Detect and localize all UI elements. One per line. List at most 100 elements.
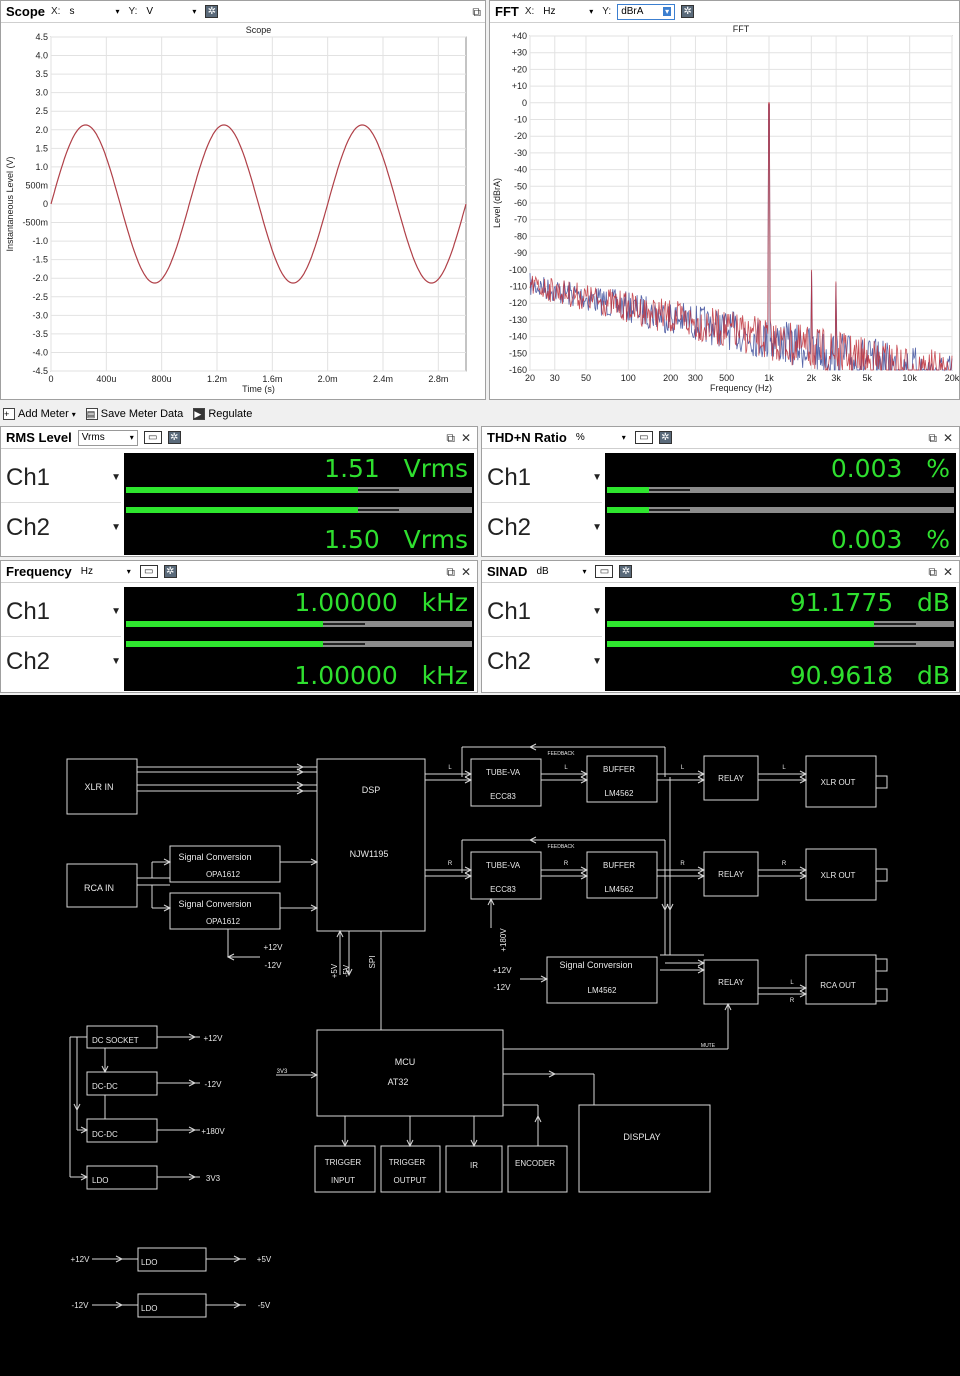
chevron-down-icon[interactable]: ▼ <box>111 453 121 503</box>
fft-y-unit: dBrA <box>621 6 644 17</box>
channel-selector-2[interactable]: Ch2 ▼ <box>482 503 602 553</box>
ch2-level-bar <box>607 641 954 647</box>
add-meter-button[interactable]: + Add Meter ▾ <box>3 408 76 420</box>
chevron-down-icon[interactable]: ▼ <box>592 587 602 637</box>
level-bar-fill <box>126 487 358 493</box>
fft-y-tick: -150 <box>509 348 527 358</box>
close-icon[interactable]: ✕ <box>461 431 471 445</box>
peak-hold-mark <box>874 643 916 645</box>
ch2-value: 1.00000 kHz <box>294 661 468 690</box>
popout-icon[interactable]: ⧉ <box>928 565 937 580</box>
level-bar-fill <box>607 641 875 647</box>
fft-x-tick: 100 <box>621 373 636 383</box>
trigger-output-label-1: TRIGGER <box>389 1158 426 1167</box>
meter-title: RMS Level <box>6 430 72 445</box>
fft-y-tick: -50 <box>514 181 527 191</box>
gear-icon[interactable]: ✲ <box>658 431 672 444</box>
xlr-out-1-label: XLR OUT <box>821 778 856 787</box>
trigger-input-block <box>314 1145 376 1193</box>
fft-y-tick: -140 <box>509 332 527 342</box>
peak-hold-mark <box>874 623 916 625</box>
chevron-down-icon[interactable]: ▼ <box>592 453 602 503</box>
scope-y-tick: -2.5 <box>32 292 48 302</box>
chevron-down-icon[interactable]: ▼ <box>111 637 121 687</box>
trigger-input-label-1: TRIGGER <box>325 1158 362 1167</box>
trigger-output-block <box>380 1145 441 1193</box>
fft-x-tick: 10k <box>902 373 917 383</box>
channel-selector-1[interactable]: Ch1 ▼ <box>1 587 121 637</box>
buffer-2-chip: LM4562 <box>605 885 634 894</box>
chevron-down-icon[interactable]: ▼ <box>592 637 602 687</box>
channel-selector-2[interactable]: Ch2 ▼ <box>1 637 121 687</box>
scope-y-tick: 1.5 <box>35 143 48 153</box>
level-bar-fill <box>607 487 649 493</box>
gear-icon[interactable]: ✲ <box>167 431 181 444</box>
fft-x-tick: 2k <box>807 373 817 383</box>
close-icon[interactable]: ✕ <box>943 565 953 579</box>
display-mode-icon[interactable]: ▭ <box>634 431 653 444</box>
close-icon[interactable]: ✕ <box>943 431 953 445</box>
meter-unit: % <box>575 432 585 443</box>
scope-x-unit-select[interactable]: s ▾ <box>66 3 123 20</box>
display-mode-icon[interactable]: ▭ <box>143 431 162 444</box>
channel-selector-2[interactable]: Ch2 ▼ <box>482 637 602 687</box>
gear-icon[interactable]: ✲ <box>205 5 219 18</box>
channel-selector-2[interactable]: Ch2 ▼ <box>1 503 121 553</box>
regulate-button[interactable]: ▶ Regulate <box>193 408 252 420</box>
ch2-level-bar <box>607 507 954 513</box>
popout-icon[interactable]: ⧉ <box>928 431 937 446</box>
dsp-label: DSP <box>362 785 381 795</box>
power-rail-label: +12V <box>204 1034 224 1043</box>
scope-y-tick: -4.0 <box>32 347 48 357</box>
3v3-label: 3V3 <box>277 1069 288 1075</box>
fft-x-label: X: <box>524 6 535 17</box>
scope-y-unit-select[interactable]: V ▾ <box>143 3 200 20</box>
scope-chart: 4.5 4.0 3.5 3.0 2.5 2.0 1.5 1.0 500m 0 -500m -1.0 -1… <box>5 25 467 394</box>
meter-unit: dB <box>536 566 549 577</box>
fft-y-tick: -10 <box>514 115 527 125</box>
channel-selector-1[interactable]: Ch1 ▼ <box>482 453 602 503</box>
gear-icon[interactable]: ✲ <box>681 5 695 18</box>
scope-x-tick: 1.2m <box>207 374 227 384</box>
display-mode-icon[interactable]: ▭ <box>139 565 158 578</box>
fft-x-unit-select[interactable]: Hz ▾ <box>540 3 597 20</box>
gear-icon[interactable]: ✲ <box>163 565 177 578</box>
chevron-down-icon[interactable]: ▼ <box>111 587 121 637</box>
channel-label: Ch2 <box>6 648 51 675</box>
scope-y-tick: -3.0 <box>32 310 48 320</box>
channel-selector-1[interactable]: Ch1 ▼ <box>482 587 602 637</box>
save-meter-data-button[interactable]: ▤ Save Meter Data <box>85 408 183 420</box>
channel-selector-1[interactable]: Ch1 ▼ <box>1 453 121 503</box>
gear-icon[interactable]: ✲ <box>619 565 633 578</box>
scope-y-tick: -2.0 <box>32 273 48 283</box>
buffer-1-label: BUFFER <box>603 765 635 774</box>
meter-unit-select[interactable]: dB ▾ <box>533 563 590 580</box>
channel-divider <box>482 636 602 637</box>
scope-y-axis-label: Instantaneous Level (V) <box>5 156 15 251</box>
scope-x-tick: 2.4m <box>373 374 393 384</box>
power-rail-label: 3V3 <box>206 1174 221 1183</box>
fft-y-unit-select[interactable]: dBrA ▾ <box>617 3 676 20</box>
fft-y-tick: -130 <box>509 315 527 325</box>
meter-unit-select[interactable]: Vrms ▾ <box>77 429 138 446</box>
ldo-m5v-label: LDO <box>141 1304 157 1313</box>
sinad-meter: SINAD dB ▾ ▭ ✲ ⧉ ✕ Ch1 ▼ Ch2 ▼ 91.1775 dB 90.9618 dB <box>481 560 960 693</box>
meter-title: THD+N Ratio <box>487 430 567 445</box>
close-icon[interactable]: ✕ <box>461 565 471 579</box>
ch2-level-bar <box>126 507 472 513</box>
popout-icon[interactable]: ⧉ <box>446 565 455 580</box>
fft-y-tick: -100 <box>509 265 527 275</box>
meter-unit-select[interactable]: Hz ▾ <box>77 563 134 580</box>
fft-titlebar: FFT X: Hz ▾ Y: dBrA ▾ ✲ <box>490 1 959 23</box>
meter-unit-select[interactable]: % ▾ <box>572 429 629 446</box>
scope-y-label: Y: <box>128 6 138 17</box>
plus-5v-label: +5V <box>330 963 339 978</box>
popout-icon[interactable]: ⧉ <box>446 431 455 446</box>
display-mode-icon[interactable]: ▭ <box>595 565 614 578</box>
ch2-value: 1.50 Vrms <box>324 525 468 554</box>
chevron-down-icon[interactable]: ▼ <box>111 503 121 553</box>
signal-conversion-3-label: Signal Conversion <box>559 960 632 970</box>
plus-12v-label-2: +12V <box>493 966 513 975</box>
chevron-down-icon[interactable]: ▼ <box>592 503 602 553</box>
popout-icon[interactable]: ⧉ <box>472 5 481 20</box>
